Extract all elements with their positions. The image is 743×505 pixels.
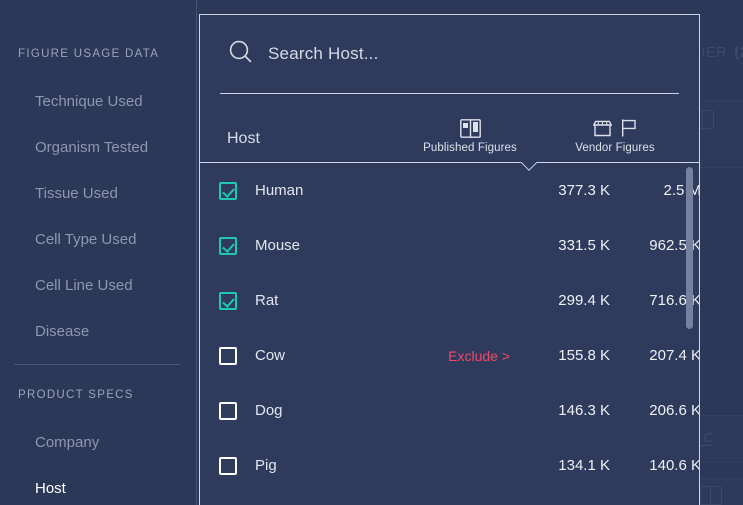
search-row[interactable]: Search Host... [220, 15, 679, 94]
host-filter-panel: Search Host... Host Published Figures Ve… [199, 14, 700, 505]
app-root: PUBLISHED (690,069) SUPPLIER (2,735,492)… [0, 0, 743, 505]
row-name: Dog [255, 402, 283, 419]
column-header-published-figures[interactable]: Published Figures [400, 118, 540, 162]
scrollbar-thumb[interactable] [686, 167, 693, 329]
storefront-icon [593, 120, 612, 136]
sidebar-item-disease[interactable]: Disease [0, 308, 196, 354]
row-exclude-action[interactable]: Exclude > [400, 348, 520, 364]
row-published-figures: 377.3 K [558, 182, 610, 199]
sidebar-item-label: Technique Used [35, 92, 143, 110]
row-name: Mouse [255, 237, 301, 254]
sidebar-item-cell-line-used[interactable]: Cell Line Used [0, 262, 196, 308]
sidebar-heading-figure-usage-data: FIGURE USAGE DATA [18, 48, 160, 60]
table-body: Human 377.3 K 2.5 M Mouse 331.5 K 962.5 … [200, 163, 699, 504]
sidebar-item-label: Company [35, 433, 100, 451]
table-header: Host Published Figures Vendor Figures [200, 94, 699, 163]
journal-icon [459, 118, 481, 138]
table-row[interactable]: Pig 134.1 K 140.6 K [200, 438, 699, 493]
sidebar-item-host[interactable]: Host [0, 465, 196, 505]
table-row[interactable]: Human 377.3 K 2.5 M [200, 163, 699, 218]
column-header-label: Vendor Figures [575, 142, 655, 154]
sidebar-item-company[interactable]: Company [0, 419, 196, 465]
sidebar-item-technique-used[interactable]: Technique Used [0, 78, 196, 124]
sidebar-heading-product-specs: PRODUCT SPECS [18, 389, 134, 401]
column-header-label: Published Figures [423, 142, 517, 154]
background-filter-count: (2,735,492) [734, 45, 743, 61]
flag-icon [622, 119, 636, 137]
row-checkbox-pig[interactable] [218, 456, 237, 475]
table-row[interactable]: Dog 146.3 K 206.6 K [200, 383, 699, 438]
sidebar-item-label: Host [35, 479, 66, 497]
row-published-figures: 155.8 K [558, 347, 610, 364]
search-input[interactable]: Search Host... [268, 44, 379, 64]
sidebar-item-label: Disease [35, 322, 90, 340]
row-published-figures: 134.1 K [558, 457, 610, 474]
search-icon [228, 39, 254, 70]
row-checkbox-dog[interactable] [218, 401, 237, 420]
row-name: Rat [255, 292, 279, 309]
row-published-figures: 146.3 K [558, 402, 610, 419]
sidebar-item-tissue-used[interactable]: Tissue Used [0, 170, 196, 216]
journal-icon [700, 486, 722, 505]
sidebar-item-label: Tissue Used [35, 184, 118, 202]
sidebar-item-label: Cell Line Used [35, 276, 133, 294]
table-scrollbar[interactable] [686, 167, 693, 500]
table-row[interactable]: Mouse 331.5 K 962.5 K [200, 218, 699, 273]
sidebar-item-organism-tested[interactable]: Organism Tested [0, 124, 196, 170]
row-name: Pig [255, 457, 277, 474]
row-name: Cow [255, 347, 286, 364]
row-published-figures: 299.4 K [558, 292, 610, 309]
table-row[interactable]: Rat 299.4 K 716.6 K [200, 273, 699, 328]
row-checkbox-cow[interactable] [218, 346, 237, 365]
table-row[interactable]: Cow Exclude > 155.8 K 207.4 K [200, 328, 699, 383]
row-published-figures: 331.5 K [558, 237, 610, 254]
sidebar-item-cell-type-used[interactable]: Cell Type Used [0, 216, 196, 262]
row-name: Human [255, 182, 304, 199]
sidebar-item-label: Organism Tested [35, 138, 149, 156]
column-header-host[interactable]: Host [200, 130, 400, 162]
row-checkbox-rat[interactable] [218, 291, 237, 310]
sidebar-item-label: Cell Type Used [35, 230, 137, 248]
row-checkbox-human[interactable] [218, 181, 237, 200]
column-header-vendor-figures[interactable]: Vendor Figures [540, 118, 690, 162]
sidebar: FIGURE USAGE DATA Technique Used Organis… [0, 0, 197, 505]
row-checkbox-mouse[interactable] [218, 236, 237, 255]
